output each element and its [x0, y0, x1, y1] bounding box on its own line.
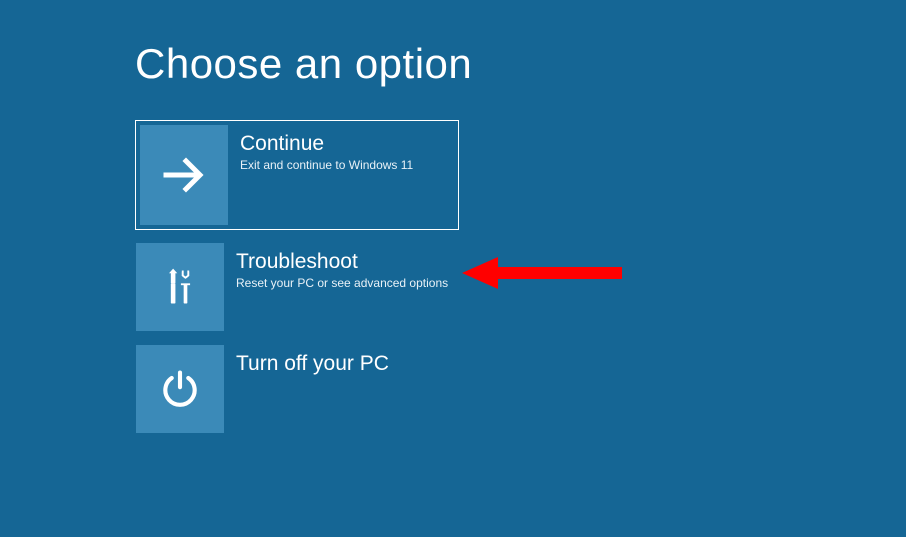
option-troubleshoot[interactable]: Troubleshoot Reset your PC or see advanc… — [135, 242, 459, 332]
annotation-arrow-icon — [462, 253, 632, 298]
option-title: Turn off your PC — [236, 351, 458, 376]
page-title: Choose an option — [135, 40, 906, 88]
option-title: Troubleshoot — [236, 249, 458, 274]
tools-icon — [136, 243, 224, 331]
option-turnoff[interactable]: Turn off your PC — [135, 344, 459, 434]
option-continue[interactable]: Continue Exit and continue to Windows 11 — [135, 120, 459, 230]
option-description: Reset your PC or see advanced options — [236, 276, 458, 290]
option-title: Continue — [240, 131, 454, 156]
arrow-right-icon — [140, 125, 228, 225]
power-icon — [136, 345, 224, 433]
option-description: Exit and continue to Windows 11 — [240, 158, 454, 172]
